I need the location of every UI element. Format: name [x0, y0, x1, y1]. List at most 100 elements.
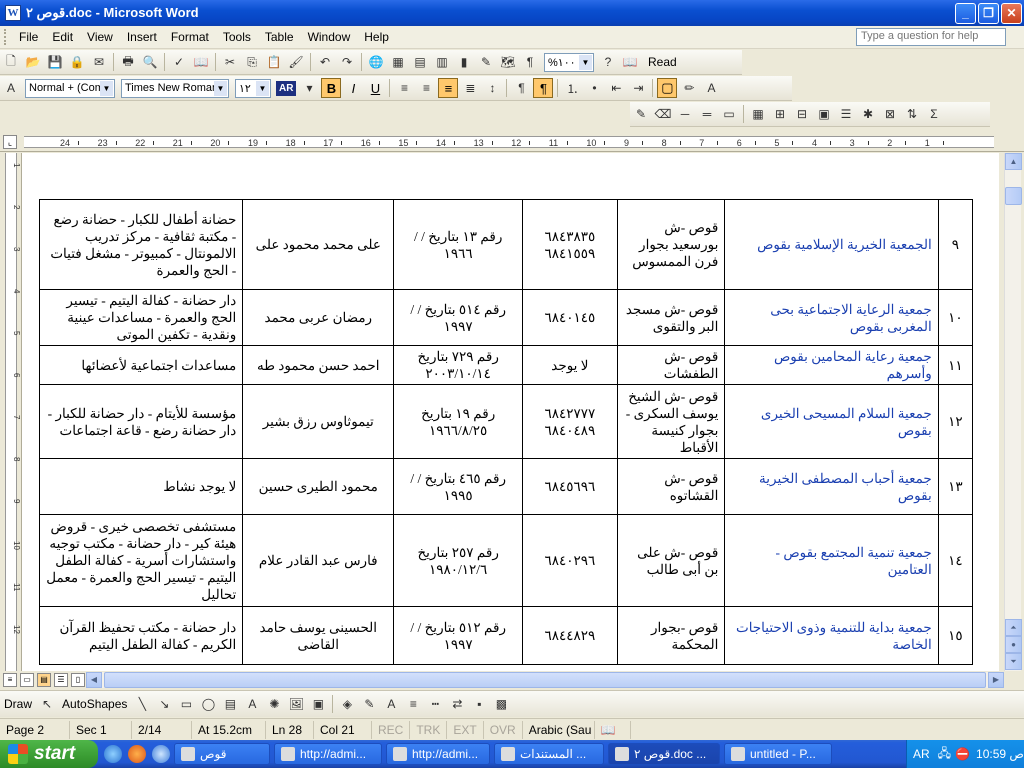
autoformat-icon[interactable]: ✱ — [859, 105, 877, 123]
scroll-right-icon[interactable]: ▶ — [988, 672, 1004, 688]
table-cell-act[interactable]: دار حضانة - مكتب تحفيظ القرآن الكريم - ك… — [38, 606, 244, 665]
diagram-icon[interactable]: ✺ — [265, 695, 283, 713]
table-cell-act[interactable]: دار حضانة - كفالة اليتيم - تيسير الحج وا… — [38, 289, 244, 346]
insert-table-icon[interactable]: ▤ — [411, 53, 429, 71]
font-select[interactable]: Times New Roman ▼ — [121, 78, 229, 98]
columns-icon[interactable]: ▮ — [455, 53, 473, 71]
print-icon[interactable]: 🖶 — [119, 53, 137, 71]
bold-button[interactable]: B — [321, 78, 342, 98]
table-cell-reg[interactable]: رقم ٥١٤ بتاريخ / / ١٩٩٧ — [393, 289, 524, 346]
border-color-icon[interactable]: ▭ — [720, 105, 738, 123]
table-cell-reg[interactable]: رقم ٢٥٧ بتاريخ ١٩٨٠/١٢/٦ — [393, 514, 524, 607]
menu-file[interactable]: File — [12, 30, 45, 44]
table-cell-addr[interactable]: قوص -ش الطفشات — [616, 345, 726, 385]
web-layout-icon[interactable]: ▭ — [20, 673, 34, 687]
help-search-input[interactable]: Type a question for help — [856, 28, 1006, 46]
table-cell-phone[interactable]: ٦٨٤٥٦٩٦ — [522, 458, 618, 515]
show-desktop-icon[interactable] — [152, 745, 170, 763]
table-cell-idx[interactable]: ١٣ — [937, 458, 974, 515]
new-document-icon[interactable]: 🗋 — [2, 53, 20, 71]
font-size-select[interactable]: ١٢ ▼ — [235, 78, 271, 98]
read-icon[interactable]: 📖 — [621, 53, 639, 71]
document-page[interactable]: حضانة أطفال للكبار - حضانة رضع - مكتبة ث… — [22, 153, 999, 671]
table-cell-phone[interactable]: ٦٨٤٢٧٧٧ ٦٨٤٠٤٨٩ — [522, 384, 618, 459]
taskbar-task[interactable]: المستندات ... — [494, 743, 604, 765]
firefox-icon[interactable] — [128, 745, 146, 763]
picture-icon[interactable]: ▣ — [309, 695, 327, 713]
next-page-icon[interactable]: ⏷ — [1005, 653, 1022, 670]
table-cell-head[interactable]: احمد حسن محمود طه — [242, 345, 395, 385]
document-map-icon[interactable]: 🗺 — [499, 53, 517, 71]
numbering-icon[interactable]: ⒈ — [563, 79, 581, 97]
merge-cells-icon[interactable]: ⊞ — [771, 105, 789, 123]
shadow-icon[interactable]: ▪ — [470, 695, 488, 713]
scroll-left-icon[interactable]: ◀ — [86, 672, 102, 688]
internet-explorer-icon[interactable] — [104, 745, 122, 763]
highlight-icon[interactable]: ✏ — [680, 79, 698, 97]
style-select[interactable]: Normal + (Com ▼ — [25, 78, 115, 98]
table-cell-head[interactable]: على محمد محمود على — [242, 199, 395, 290]
eraser-icon[interactable]: ⌫ — [654, 105, 672, 123]
format-painter-icon[interactable]: 🖌 — [287, 53, 305, 71]
distribute-rows-icon[interactable]: ☰ — [837, 105, 855, 123]
start-button[interactable]: start — [0, 740, 98, 768]
help-icon[interactable]: ? — [599, 53, 617, 71]
3d-icon[interactable]: ▩ — [492, 695, 510, 713]
taskbar-task[interactable]: قوص ٢.doc ... — [608, 743, 720, 765]
status-ext[interactable]: EXT — [447, 720, 484, 739]
fill-color-icon[interactable]: ◈ — [338, 695, 356, 713]
table-cell-addr[interactable]: قوص -بجوار المحكمة — [616, 606, 726, 665]
menu-help[interactable]: Help — [357, 30, 396, 44]
menu-view[interactable]: View — [80, 30, 120, 44]
table-cell-head[interactable]: الحسينى يوسف حامد القاضى — [242, 606, 395, 665]
insert-table-2-icon[interactable]: ▦ — [749, 105, 767, 123]
line-weight-icon[interactable]: ═ — [698, 105, 716, 123]
line-style-icon[interactable]: ─ — [676, 105, 694, 123]
spelling-icon[interactable]: ✓ — [170, 53, 188, 71]
zoom-select[interactable]: %١٠٠ ▼ — [544, 52, 594, 72]
table-cell-name[interactable]: جمعية أحباب المصطفى الخيرية بقوص — [724, 458, 939, 515]
italic-button[interactable]: I — [343, 78, 363, 98]
borders-icon[interactable]: ▢ — [657, 78, 678, 98]
textbox-icon[interactable]: ▤ — [221, 695, 239, 713]
table-cell-idx[interactable]: ١٤ — [937, 514, 974, 607]
align-left-icon[interactable]: ≡ — [395, 79, 413, 97]
vertical-ruler[interactable]: 1 2 3 4 5 6 7 8 9 10 11 12 — [0, 153, 22, 671]
autoshapes-button[interactable]: AutoShapes — [58, 697, 131, 711]
menu-format[interactable]: Format — [164, 30, 216, 44]
table-cell-phone[interactable]: ٦٨٤٠٢٩٦ — [522, 514, 618, 607]
language-indicator[interactable]: AR — [913, 747, 930, 761]
table-cell-phone[interactable]: ٦٨٤٠١٤٥ — [522, 289, 618, 346]
hide-gridlines-icon[interactable]: ⊠ — [881, 105, 899, 123]
table-cell-head[interactable]: رمضان عربى محمد — [242, 289, 395, 346]
table-cell-reg[interactable]: رقم ٧٢٩ بتاريخ ٢٠٠٣/١٠/١٤ — [393, 345, 524, 385]
outline-view-icon[interactable]: ☰ — [54, 673, 68, 687]
font-color-2-icon[interactable]: A — [382, 695, 400, 713]
table-cell-addr[interactable]: قوص -ش على بن أبى طالب — [616, 514, 726, 607]
table-cell-act[interactable]: حضانة أطفال للكبار - حضانة رضع - مكتبة ث… — [38, 199, 244, 290]
rectangle-icon[interactable]: ▭ — [177, 695, 195, 713]
toolbar-grip[interactable] — [4, 29, 8, 45]
vertical-scrollbar[interactable]: ▲ ⏶ ● ⏷ — [1004, 153, 1022, 671]
table-cell-phone[interactable]: لا يوجد — [522, 345, 618, 385]
minimize-button[interactable]: _ — [955, 3, 976, 24]
justify-icon[interactable]: ≣ — [461, 79, 479, 97]
wordart-icon[interactable]: A — [243, 695, 261, 713]
table-cell-act[interactable]: مساعدات اجتماعية لأعضائها — [38, 345, 244, 385]
vertical-scroll-thumb[interactable] — [1005, 187, 1022, 205]
table-cell-name[interactable]: جمعية السلام المسيحى الخيرى بقوص — [724, 384, 939, 459]
autosum-icon[interactable]: Σ — [925, 105, 943, 123]
underline-button[interactable]: U — [365, 78, 385, 98]
horizontal-ruler[interactable]: ⌞ 24 23 22 21 20 19 18 17 16 15 14 13 12 11 10 9 8 7 6 5 4 3 2… — [0, 132, 1024, 152]
tables-borders-icon[interactable]: ▦ — [389, 53, 407, 71]
table-cell-idx[interactable]: ٩ — [937, 199, 974, 290]
draw-table-icon[interactable]: ✎ — [632, 105, 650, 123]
rtl-direction-icon[interactable]: ¶ — [533, 78, 554, 98]
status-trk[interactable]: TRK — [410, 720, 448, 739]
undo-icon[interactable]: ↶ — [316, 53, 334, 71]
clipart-icon[interactable]: 🖼 — [287, 695, 305, 713]
excel-icon[interactable]: ▥ — [433, 53, 451, 71]
taskbar-task[interactable]: http://admi... — [274, 743, 382, 765]
table-cell-head[interactable]: فارس عبد القادر علام — [242, 514, 395, 607]
security-icon[interactable]: ⛔ — [955, 747, 970, 761]
